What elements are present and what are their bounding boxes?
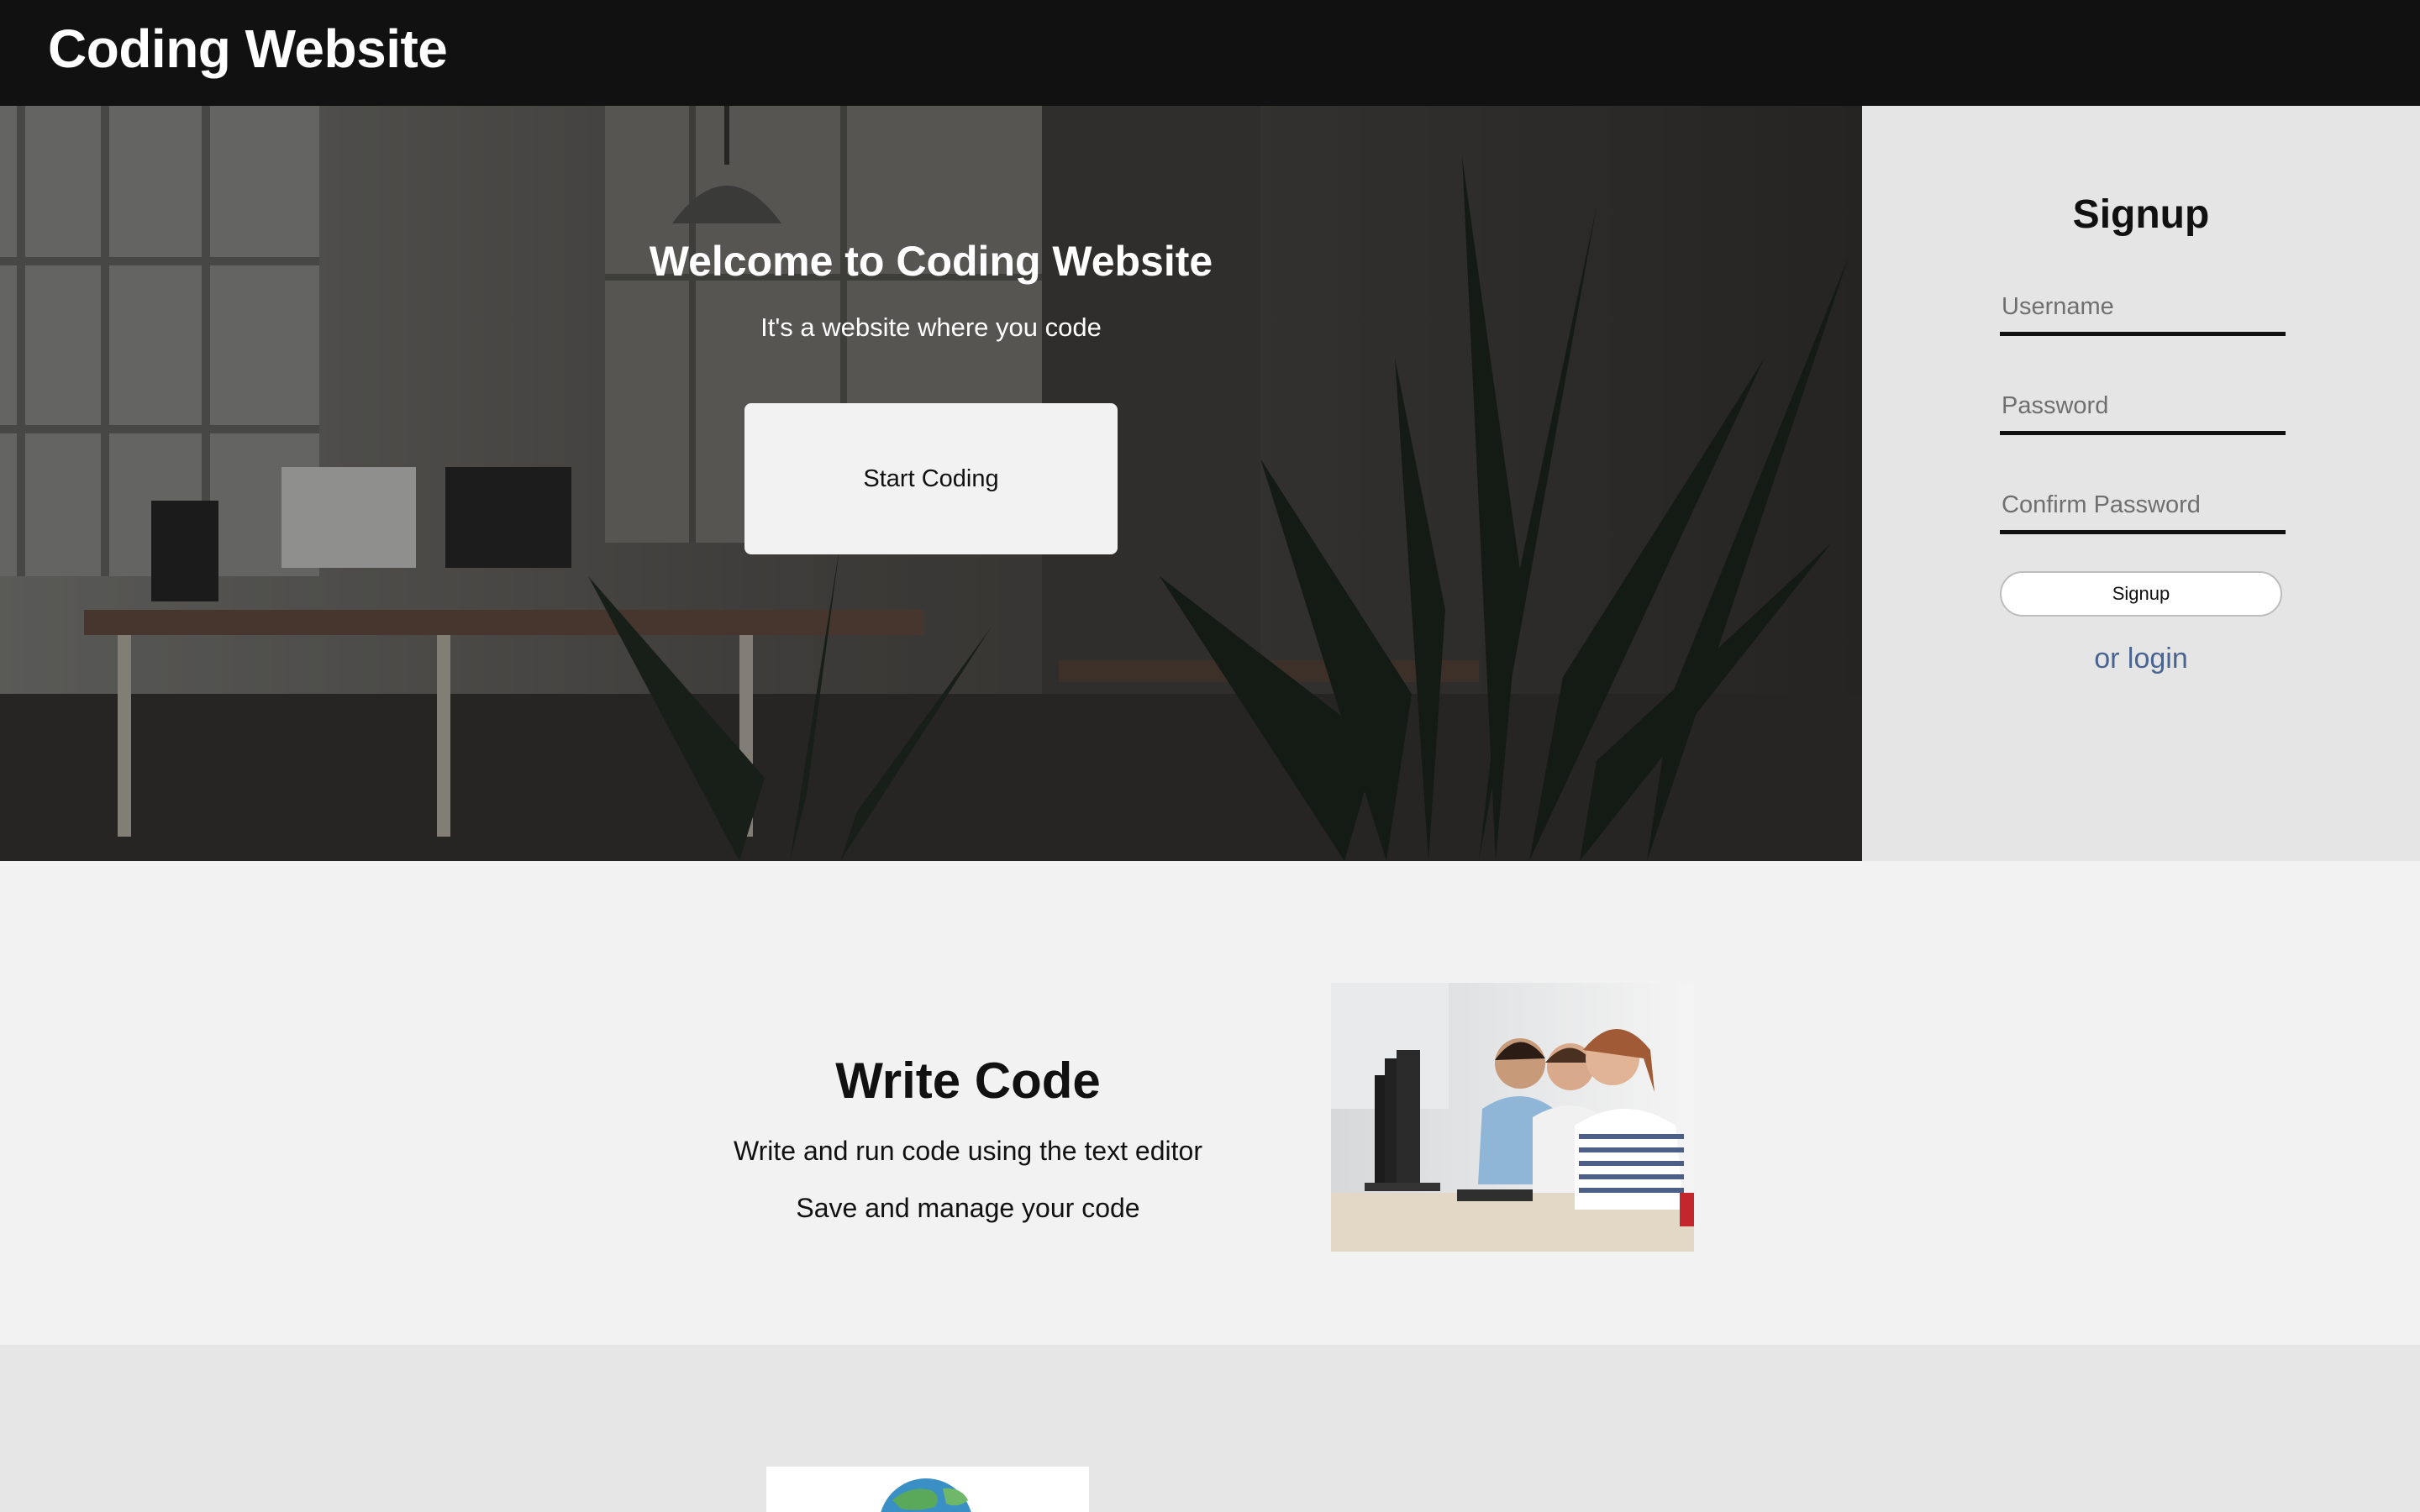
hero-title: Welcome to Coding Website xyxy=(649,238,1213,285)
feature-line: Save and manage your code xyxy=(796,1193,1140,1223)
username-input[interactable] xyxy=(2000,282,2286,336)
start-coding-button[interactable]: Start Coding xyxy=(744,403,1118,554)
password-input[interactable] xyxy=(2000,381,2286,435)
signup-panel: Signup Signup or login xyxy=(1862,106,2420,861)
globe-image xyxy=(766,1467,1089,1512)
hero-subtitle: It's a website where you code xyxy=(760,312,1102,342)
students-coding-image xyxy=(1331,983,1694,1252)
feature-title: Write Code xyxy=(835,1053,1101,1109)
next-section xyxy=(0,1345,2420,1512)
site-title[interactable]: Coding Website xyxy=(48,15,448,82)
top-bar: Coding Website xyxy=(0,0,2420,106)
confirm-password-input[interactable] xyxy=(2000,480,2286,534)
signup-button[interactable]: Signup xyxy=(2000,571,2282,617)
signup-title: Signup xyxy=(2072,192,2210,237)
hero-section: Welcome to Coding Website It's a website… xyxy=(0,106,1862,861)
login-link[interactable]: or login xyxy=(1862,640,2420,677)
feature-line: Write and run code using the text editor xyxy=(734,1136,1202,1166)
feature-section: Write Code Write and run code using the … xyxy=(0,861,2420,1345)
